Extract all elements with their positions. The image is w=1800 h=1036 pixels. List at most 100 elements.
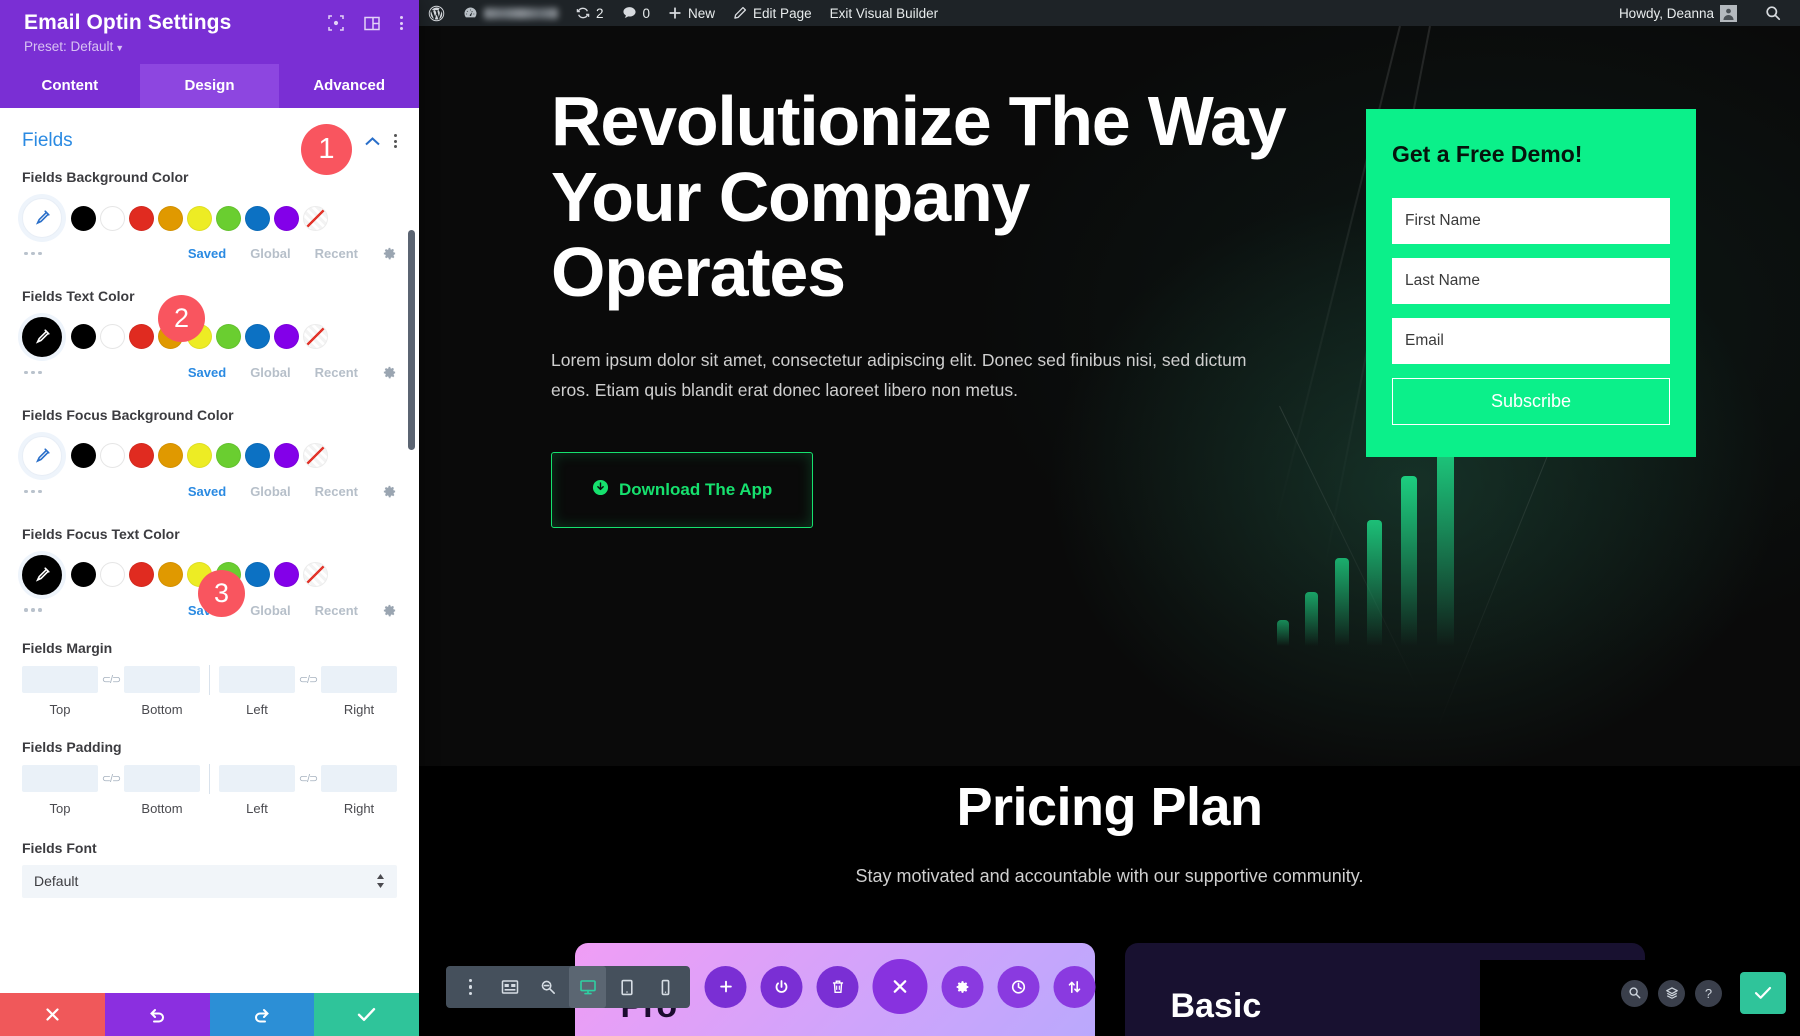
history-icon[interactable] <box>997 965 1040 1008</box>
swatch-red[interactable] <box>129 324 154 350</box>
wordpress-icon[interactable] <box>419 0 454 26</box>
color-picker-button[interactable] <box>22 435 62 476</box>
recent-colors-link[interactable]: Recent <box>315 246 358 261</box>
swatch-red[interactable] <box>129 443 154 469</box>
margin-right-input[interactable] <box>321 666 397 694</box>
save-icon[interactable] <box>1740 972 1786 1014</box>
link-icon[interactable]: ⊂/⊃ <box>295 772 321 785</box>
email-input[interactable]: Email <box>1392 318 1670 364</box>
padding-top-input[interactable] <box>22 765 98 793</box>
zoom-out-icon[interactable] <box>530 966 567 1008</box>
fields-font-select[interactable]: Default <box>22 864 397 898</box>
recent-colors-link[interactable]: Recent <box>315 365 358 380</box>
search-icon[interactable] <box>1756 0 1790 26</box>
more-options-icon[interactable] <box>24 489 42 494</box>
color-picker-button[interactable] <box>22 198 62 239</box>
first-name-input[interactable]: First Name <box>1392 198 1670 244</box>
margin-top-input[interactable] <box>22 666 98 694</box>
trash-icon[interactable] <box>816 965 859 1008</box>
swatch-black[interactable] <box>71 205 96 231</box>
saved-colors-link[interactable]: Saved <box>188 484 226 499</box>
search-icon[interactable] <box>1621 979 1648 1007</box>
phone-icon[interactable] <box>647 966 684 1008</box>
swatch-transparent[interactable] <box>303 443 328 469</box>
swatch-green[interactable] <box>216 324 241 350</box>
swatch-black[interactable] <box>71 443 96 469</box>
gear-icon[interactable] <box>382 603 397 618</box>
gear-icon[interactable] <box>382 246 397 261</box>
swatch-blue[interactable] <box>245 205 270 231</box>
revisions-item[interactable]: 2 <box>567 0 613 26</box>
swatch-orange[interactable] <box>158 443 183 469</box>
padding-right-input[interactable] <box>321 765 397 793</box>
wireframe-icon[interactable] <box>491 966 528 1008</box>
recent-colors-link[interactable]: Recent <box>315 484 358 499</box>
tab-design[interactable]: Design <box>139 64 280 109</box>
swatch-yellow[interactable] <box>187 443 212 469</box>
global-colors-link[interactable]: Global <box>250 484 290 499</box>
comments-item[interactable]: 0 <box>613 0 660 26</box>
target-icon[interactable] <box>328 15 344 31</box>
recent-colors-link[interactable]: Recent <box>315 603 358 618</box>
swatch-green[interactable] <box>216 205 241 231</box>
cancel-button[interactable] <box>0 993 105 1036</box>
global-colors-link[interactable]: Global <box>250 246 290 261</box>
swatch-purple[interactable] <box>274 205 299 231</box>
desktop-icon[interactable] <box>569 966 606 1008</box>
add-icon[interactable] <box>704 965 747 1008</box>
swatch-blue[interactable] <box>245 324 270 350</box>
settings-panel-scrollbar[interactable] <box>408 230 415 451</box>
link-icon[interactable]: ⊂/⊃ <box>98 772 124 785</box>
group-kebab-menu-icon[interactable] <box>394 134 397 149</box>
margin-bottom-input[interactable] <box>124 666 200 694</box>
swatch-purple[interactable] <box>274 324 299 350</box>
more-options-icon[interactable] <box>24 608 42 612</box>
swatch-white[interactable] <box>100 562 125 588</box>
portability-icon[interactable] <box>1053 965 1096 1008</box>
margin-left-input[interactable] <box>219 666 295 694</box>
saved-colors-link[interactable]: Saved <box>188 246 226 261</box>
layout-icon[interactable] <box>364 16 380 31</box>
preset-selector[interactable]: Preset: Default ▼ <box>24 39 403 54</box>
swatch-black[interactable] <box>71 562 96 588</box>
global-colors-link[interactable]: Global <box>250 365 290 380</box>
swatch-white[interactable] <box>100 324 125 350</box>
saved-colors-link[interactable]: Saved <box>188 365 226 380</box>
tab-content[interactable]: Content <box>0 64 140 108</box>
more-options-icon[interactable] <box>24 370 42 375</box>
pricing-card-basic[interactable]: Basic <box>1124 943 1645 1036</box>
edit-page-item[interactable]: Edit Page <box>724 0 821 26</box>
link-icon[interactable]: ⊂/⊃ <box>295 673 321 686</box>
swatch-red[interactable] <box>129 205 154 231</box>
kebab-menu-icon[interactable] <box>452 966 489 1008</box>
gear-icon[interactable] <box>382 365 397 380</box>
more-options-icon[interactable] <box>24 251 42 256</box>
swatch-black[interactable] <box>71 324 96 350</box>
new-content-item[interactable]: New <box>659 0 724 26</box>
save-button[interactable] <box>314 993 419 1036</box>
swatch-red[interactable] <box>129 562 154 588</box>
chevron-up-icon[interactable] <box>365 133 380 150</box>
last-name-input[interactable]: Last Name <box>1392 258 1670 304</box>
swatch-orange[interactable] <box>158 562 183 588</box>
kebab-menu-icon[interactable] <box>400 16 403 30</box>
color-picker-button[interactable] <box>22 554 62 595</box>
global-colors-link[interactable]: Global <box>250 603 290 618</box>
padding-bottom-input[interactable] <box>124 765 200 793</box>
color-picker-button[interactable] <box>22 316 62 357</box>
swatch-transparent[interactable] <box>303 324 328 350</box>
swatch-white[interactable] <box>100 205 125 231</box>
padding-left-input[interactable] <box>219 765 295 793</box>
download-app-button[interactable]: Download The App <box>551 452 814 529</box>
swatch-blue[interactable] <box>245 443 270 469</box>
subscribe-button[interactable]: Subscribe <box>1392 378 1670 425</box>
email-optin-module[interactable]: Get a Free Demo! First Name Last Name Em… <box>1366 109 1696 457</box>
layers-icon[interactable] <box>1658 979 1685 1007</box>
gear-icon[interactable] <box>382 484 397 499</box>
swatch-purple[interactable] <box>274 443 299 469</box>
tab-advanced[interactable]: Advanced <box>279 64 419 108</box>
swatch-yellow[interactable] <box>187 205 212 231</box>
swatch-orange[interactable] <box>158 205 183 231</box>
link-icon[interactable]: ⊂/⊃ <box>98 673 124 686</box>
swatch-green[interactable] <box>216 443 241 469</box>
